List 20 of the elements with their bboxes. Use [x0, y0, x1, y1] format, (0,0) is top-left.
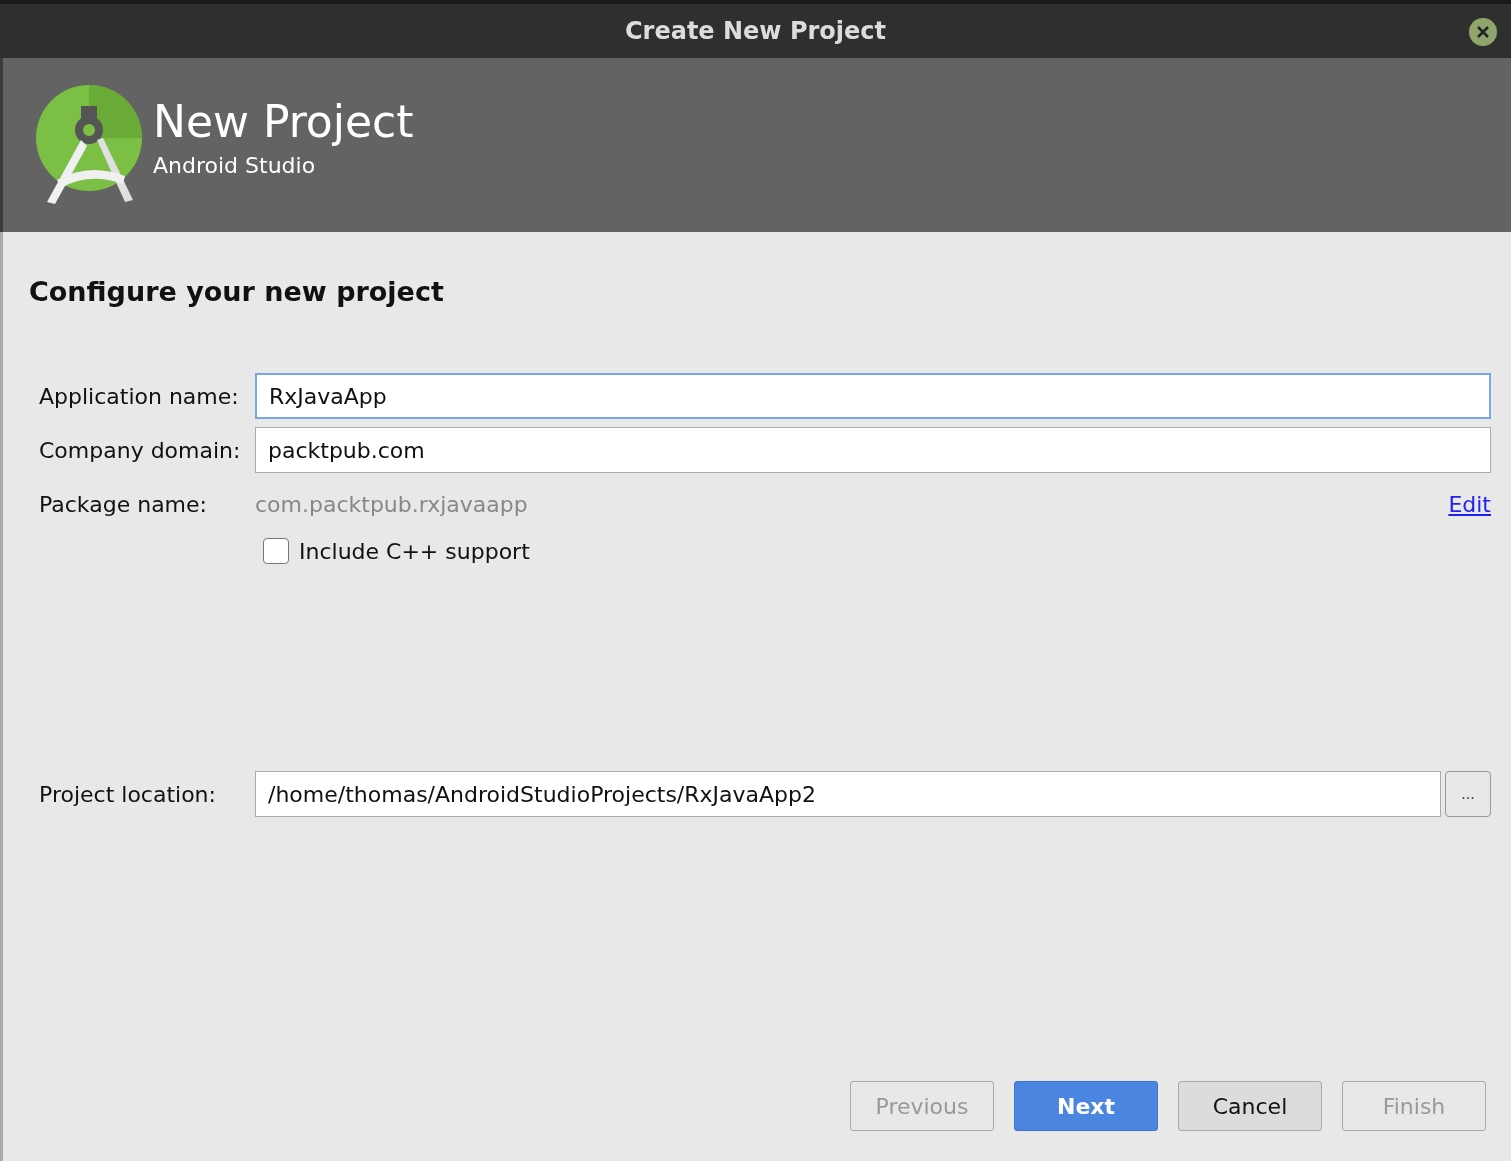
edit-link[interactable]: Edit [1448, 491, 1491, 517]
header-title: New Project [153, 96, 414, 147]
text-field[interactable]: /home/thomas/AndroidStudioProjects/RxJavaApp2 [255, 771, 1441, 817]
checkbox-label: Include C++ support [299, 538, 530, 564]
header-subtitle: Android Studio [153, 153, 317, 178]
dialog-button[interactable]: Next [1014, 1081, 1158, 1131]
field-label: Project location: [39, 781, 217, 807]
text-field[interactable]: packtpub.com [255, 427, 1491, 473]
checkbox[interactable] [263, 538, 289, 564]
close-button[interactable] [1469, 18, 1497, 46]
field-label: Application name: [39, 383, 240, 409]
text-field[interactable]: RxJavaApp [255, 373, 1491, 419]
close-icon [1477, 26, 1489, 38]
package-name: com.packtpub.rxjavaapp [255, 491, 529, 517]
browse-button[interactable]: ... [1445, 771, 1491, 817]
field-label: Company domain: [39, 437, 242, 463]
window-title: Create New Project [624, 17, 886, 45]
dialog-button[interactable]: Cancel [1178, 1081, 1322, 1131]
page-heading: Configure your new project [29, 276, 445, 307]
field-label: Package name: [39, 491, 208, 517]
